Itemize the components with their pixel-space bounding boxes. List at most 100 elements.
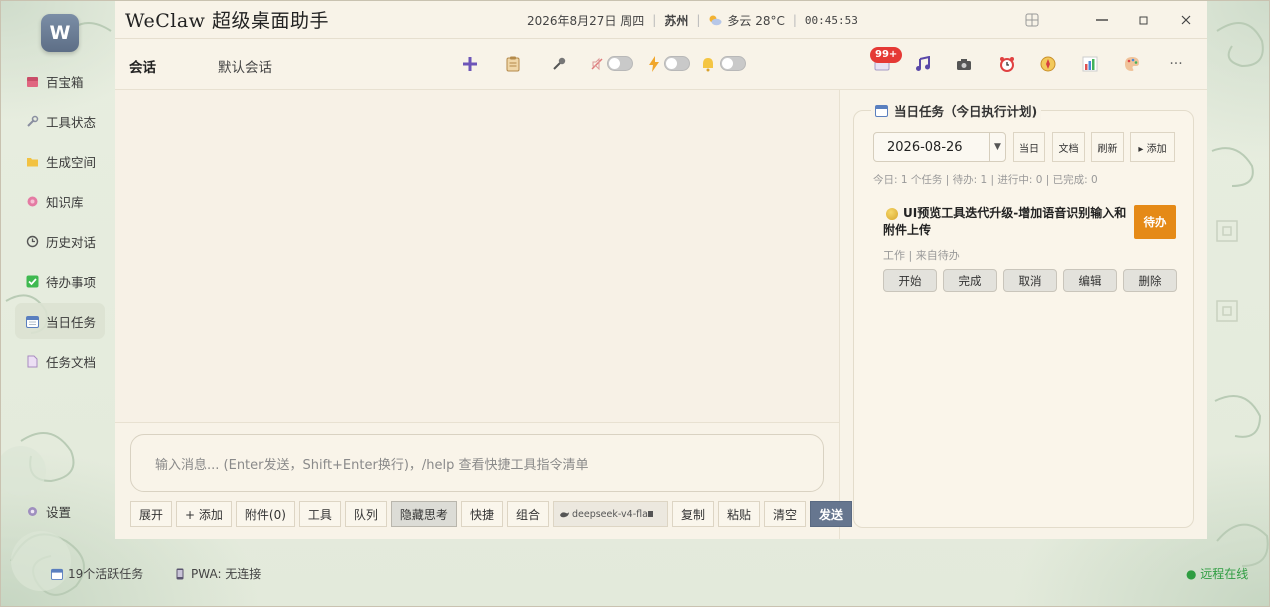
- sidebar-item-tool-status[interactable]: 工具状态: [15, 103, 105, 139]
- whale-icon: [559, 511, 569, 518]
- session-label: 会话: [129, 60, 156, 76]
- phone-icon: [176, 568, 184, 580]
- task-meta: 工作 | 来自待办: [883, 249, 960, 262]
- calendar-icon: [875, 104, 888, 117]
- task-stats: 今日: 1 个任务 | 待办: 1 | 进行中: 0 | 已完成: 0: [873, 174, 1098, 186]
- fast-mode-toggle[interactable]: [664, 56, 690, 71]
- clear-button[interactable]: 清空: [764, 501, 807, 527]
- queue-button[interactable]: 队列: [344, 501, 387, 527]
- sidebar-item-knowledge-base[interactable]: 知识库: [15, 183, 105, 219]
- palette-button[interactable]: [1121, 53, 1143, 75]
- task-status-badge[interactable]: 待办: [1134, 205, 1176, 239]
- sidebar-item-label: 设置: [46, 504, 72, 520]
- combo-button[interactable]: 组合: [506, 501, 549, 527]
- edit-button[interactable]: 编辑: [1063, 269, 1117, 292]
- hide-thinking-button[interactable]: 隐藏思考: [390, 501, 457, 527]
- plus-icon: [463, 57, 477, 71]
- chevron-down-icon: ▼: [989, 133, 1005, 161]
- sidebar-item-history[interactable]: 历史对话: [15, 223, 105, 259]
- camera-button[interactable]: [953, 53, 975, 75]
- sidebar-item-task-docs[interactable]: 任务文档: [15, 343, 105, 379]
- tools-icon: [25, 114, 39, 128]
- checkbox-icon: [25, 274, 39, 288]
- remote-online-status: ● 远程在线: [1186, 567, 1249, 581]
- attachment-button[interactable]: 附件(0): [235, 501, 295, 527]
- sidebar-item-label: 任务文档: [46, 354, 97, 370]
- cloud-ornament-right: [1207, 1, 1269, 606]
- close-button[interactable]: [1165, 1, 1207, 39]
- maximize-button[interactable]: [1123, 1, 1165, 39]
- weather-text: 多云 28°C: [727, 13, 785, 28]
- sidebar-item-settings[interactable]: 设置: [15, 493, 105, 529]
- treasure-box-icon: [25, 74, 39, 88]
- sidebar-item-label: 待办事项: [46, 274, 97, 290]
- alarm-clock-icon: [1000, 57, 1014, 72]
- music-button[interactable]: [912, 53, 934, 75]
- clipboard-icon: [506, 56, 520, 72]
- app-logo: W: [41, 14, 79, 52]
- bell-icon: [697, 53, 719, 75]
- layout-button[interactable]: [1011, 1, 1053, 39]
- doc-button[interactable]: 文档: [1052, 132, 1085, 162]
- notification-toggle[interactable]: [720, 56, 746, 71]
- main-panel: 会话 默认会话 99+ ··· 输入消息... (Enter发送，Shift+E…: [115, 39, 1207, 539]
- compass-icon: [1040, 56, 1056, 72]
- more-icon: ···: [1169, 56, 1183, 72]
- separator: |: [696, 13, 701, 27]
- palette-icon: [1125, 57, 1139, 71]
- message-input[interactable]: 输入消息... (Enter发送，Shift+Enter换行)，/help 查看…: [130, 434, 824, 492]
- new-session-button[interactable]: [459, 53, 481, 75]
- add-task-button[interactable]: ▸ 添加: [1130, 132, 1175, 162]
- folder-icon: [25, 154, 39, 168]
- tools-button[interactable]: 工具: [298, 501, 341, 527]
- cancel-button[interactable]: 取消: [1003, 269, 1057, 292]
- copy-button[interactable]: 复制: [671, 501, 714, 527]
- session-name[interactable]: 默认会话: [218, 56, 272, 76]
- bar-chart-icon: [1082, 56, 1098, 72]
- compass-button[interactable]: [1037, 53, 1059, 75]
- camera-icon: [957, 59, 971, 70]
- refresh-button[interactable]: 刷新: [1091, 132, 1124, 162]
- send-button[interactable]: 发送: [810, 501, 853, 527]
- clipboard-button[interactable]: [502, 53, 524, 75]
- document-icon: [25, 354, 39, 368]
- start-button[interactable]: 开始: [883, 269, 937, 292]
- sidebar-item-label: 生成空间: [46, 154, 97, 170]
- input-button-row: 展开 + 添加 附件(0) 工具 队列 隐藏思考 快捷 组合 deepseek-…: [130, 501, 856, 527]
- today-button[interactable]: 当日: [1013, 132, 1045, 162]
- sidebar-item-label: 知识库: [46, 194, 84, 210]
- add-button[interactable]: + 添加: [176, 501, 232, 527]
- gear-icon: [25, 504, 39, 518]
- paste-button[interactable]: 粘贴: [717, 501, 760, 527]
- minimize-button[interactable]: [1081, 1, 1123, 39]
- chat-area: [115, 90, 840, 422]
- mute-icon: [586, 53, 608, 75]
- active-tasks-status[interactable]: 19个活跃任务: [51, 565, 143, 582]
- sidebar-item-treasure-box[interactable]: 百宝箱: [15, 63, 105, 99]
- mute-toggle[interactable]: [607, 56, 633, 71]
- window-controls: [1011, 1, 1207, 39]
- history-icon: [25, 234, 39, 248]
- alarm-button[interactable]: [996, 53, 1018, 75]
- complete-button[interactable]: 完成: [943, 269, 997, 292]
- shortcut-button[interactable]: 快捷: [460, 501, 503, 527]
- sidebar-item-todo[interactable]: 待办事项: [15, 263, 105, 299]
- stop-icon: [647, 511, 653, 517]
- model-selector[interactable]: deepseek-v4-fla: [552, 501, 668, 527]
- date-select[interactable]: 2026-08-26 ▼: [873, 132, 1006, 162]
- title-info: 2026年8月27日 周四 | 苏州 | 多云 28°C | 00:45:53: [527, 1, 858, 39]
- maximize-icon: [1139, 16, 1148, 25]
- microphone-button[interactable]: [548, 53, 570, 75]
- expand-button[interactable]: 展开: [130, 501, 173, 527]
- weather-icon: [708, 14, 722, 26]
- chart-button[interactable]: [1079, 53, 1101, 75]
- sidebar-item-daily-tasks[interactable]: 当日任务: [15, 303, 105, 339]
- clock-text: 00:45:53: [804, 13, 858, 27]
- delete-button[interactable]: 删除: [1123, 269, 1177, 292]
- more-button[interactable]: ···: [1165, 53, 1187, 75]
- date-value: 2026-08-26: [887, 139, 963, 155]
- toolbar: 会话 默认会话 99+ ···: [115, 39, 1207, 90]
- sidebar-item-generation-space[interactable]: 生成空间: [15, 143, 105, 179]
- separator: |: [652, 13, 657, 27]
